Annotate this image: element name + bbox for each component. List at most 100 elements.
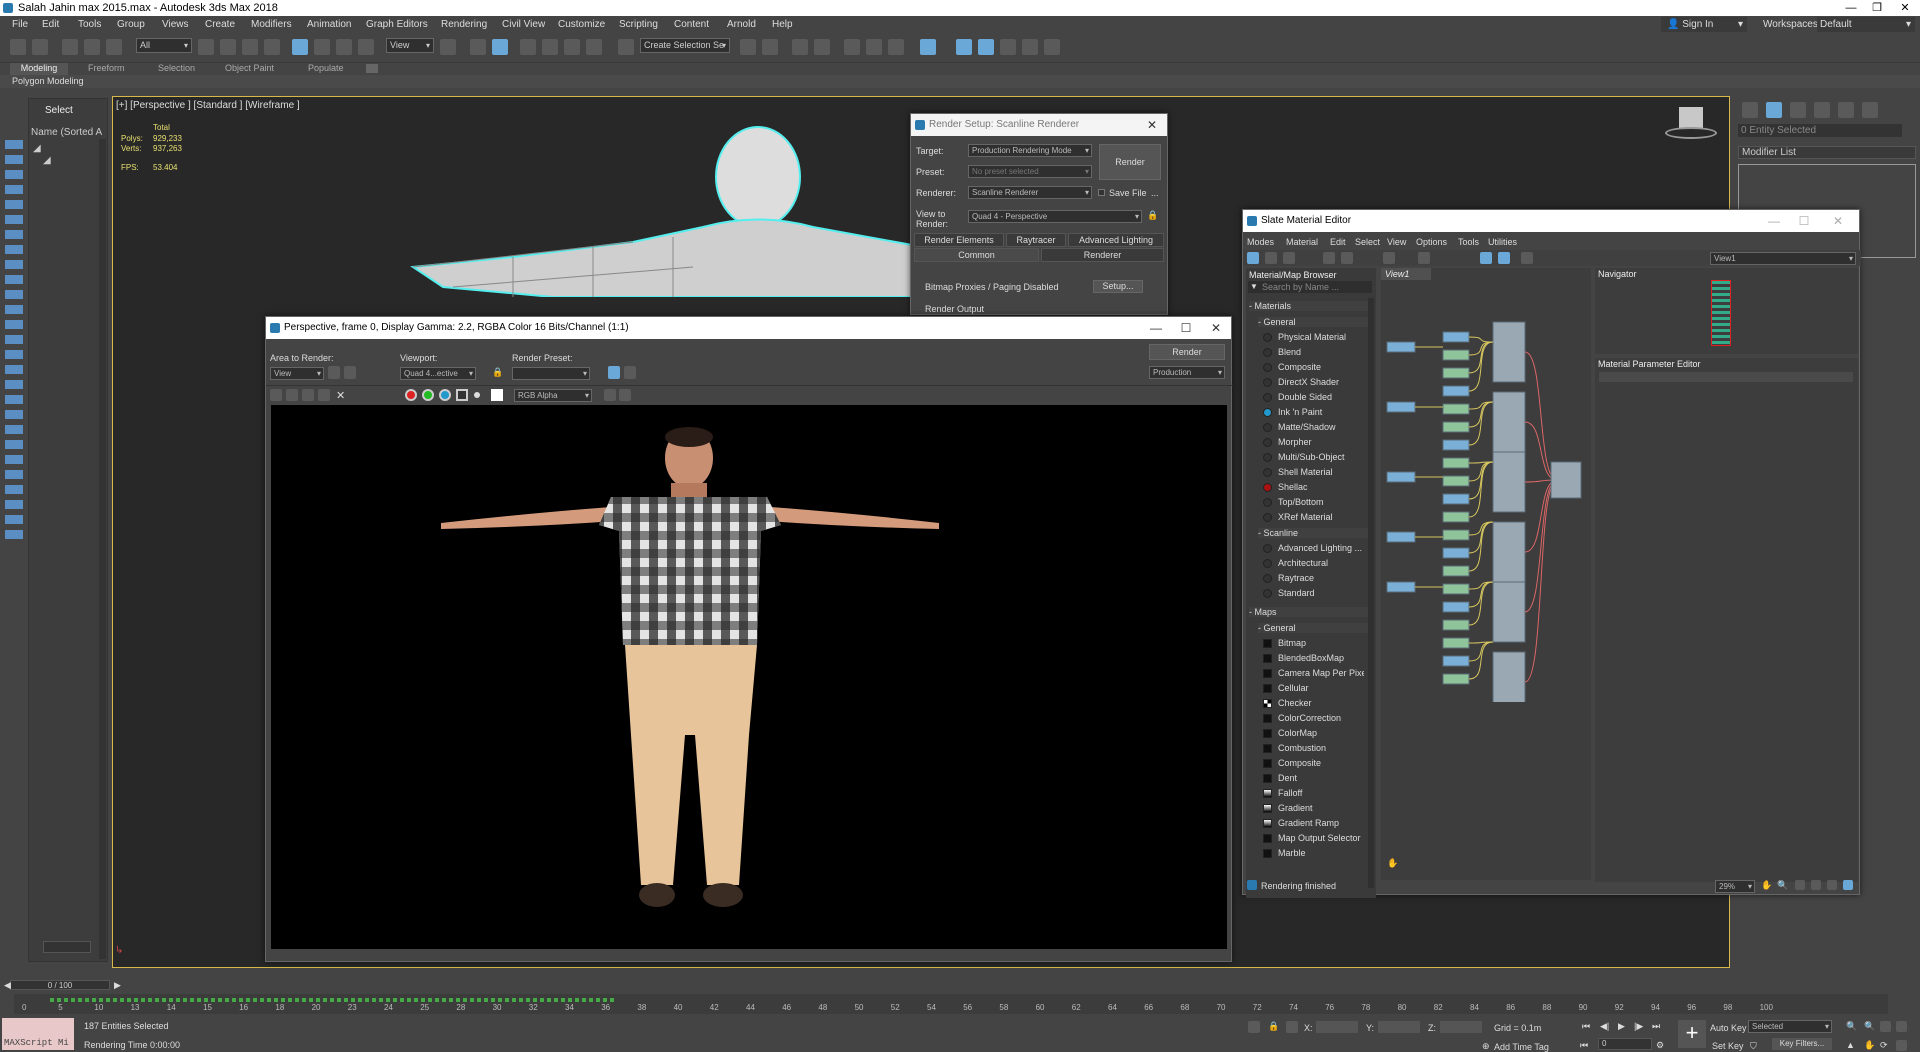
render-setup-titlebar[interactable]: Render Setup: Scanline Renderer ✕: [911, 114, 1167, 136]
menu-customize[interactable]: Customize: [558, 16, 605, 33]
print-image-icon[interactable]: [318, 389, 330, 401]
map-node[interactable]: [1442, 565, 1470, 577]
frame-minimize-button[interactable]: —: [1141, 317, 1171, 339]
frame-close-button[interactable]: ✕: [1201, 317, 1231, 339]
go-to-end-icon[interactable]: ⏭: [1652, 1021, 1660, 1032]
alpha-channel-icon[interactable]: [456, 389, 468, 401]
zoom-region-icon[interactable]: [1795, 880, 1805, 890]
frame-lock-icon[interactable]: 🔒: [492, 367, 503, 378]
view-options-icon[interactable]: [1843, 880, 1853, 890]
map-item[interactable]: Gradient Ramp: [1260, 816, 1364, 831]
map-item[interactable]: Falloff: [1260, 786, 1364, 801]
zoom-selected-icon[interactable]: [1827, 880, 1837, 890]
map-item[interactable]: Combustion: [1260, 741, 1364, 756]
ribbon-tab-modeling[interactable]: Modeling: [10, 63, 68, 75]
pan-hand-icon[interactable]: ✋: [1387, 858, 1398, 869]
time-config-icon[interactable]: ⚙: [1656, 1040, 1664, 1051]
map-node[interactable]: [1442, 331, 1470, 343]
key-filters-icon[interactable]: ⛉: [1750, 1041, 1757, 1052]
ribbon-tab-selection[interactable]: Selection: [158, 63, 195, 73]
material-node[interactable]: [1492, 651, 1526, 702]
map-node[interactable]: [1442, 367, 1470, 379]
view-to-render-dropdown[interactable]: Quad 4 - Perspective: [968, 210, 1142, 223]
window-crossing-icon[interactable]: [264, 39, 280, 55]
utilities-panel-icon[interactable]: [1862, 102, 1878, 118]
display-channel-dropdown[interactable]: RGB Alpha: [514, 389, 592, 402]
map-item[interactable]: BlendedBoxMap: [1260, 651, 1364, 666]
monochrome-icon[interactable]: [474, 392, 480, 398]
material-node[interactable]: [1492, 451, 1526, 513]
slate-menu-tools[interactable]: Tools: [1458, 237, 1479, 247]
tree-expand-icon[interactable]: ◢: [33, 143, 41, 154]
map-node[interactable]: [1442, 601, 1470, 613]
frame-window-titlebar[interactable]: Perspective, frame 0, Display Gamma: 2.2…: [266, 317, 1231, 339]
material-node[interactable]: [1492, 321, 1526, 383]
angle-snap-icon[interactable]: [542, 39, 558, 55]
scale-icon[interactable]: [336, 39, 352, 55]
material-item[interactable]: Morpher: [1260, 435, 1364, 450]
prev-key-icon[interactable]: ◀|: [1600, 1021, 1609, 1032]
place-icon[interactable]: [358, 39, 374, 55]
map-item[interactable]: ColorMap: [1260, 726, 1364, 741]
x-coordinate-field[interactable]: [1316, 1021, 1358, 1033]
menu-civil-view[interactable]: Civil View: [502, 16, 545, 33]
rect-selection-icon[interactable]: [242, 39, 258, 55]
material-item[interactable]: DirectX Shader: [1260, 375, 1364, 390]
slate-menu-material[interactable]: Material: [1286, 237, 1318, 247]
render-mode-dropdown[interactable]: Production: [1149, 366, 1225, 379]
workspace-dropdown[interactable]: Default ▾: [1817, 17, 1915, 32]
reference-coord-dropdown[interactable]: View: [386, 38, 434, 53]
display-panel-icon[interactable]: [1838, 102, 1854, 118]
layout-all-icon[interactable]: [1418, 252, 1430, 264]
menu-edit[interactable]: Edit: [42, 16, 59, 33]
multi-sub-node[interactable]: [1550, 461, 1582, 499]
pick-material-icon[interactable]: [1265, 252, 1277, 264]
bitmap-node[interactable]: [1386, 341, 1416, 353]
view1-tab[interactable]: View1: [1381, 268, 1431, 280]
tree-expand-icon[interactable]: ◢: [43, 155, 51, 166]
key-mode-icon[interactable]: ⏮: [1580, 1040, 1588, 1051]
preset-dropdown[interactable]: No preset selected: [968, 165, 1092, 178]
rendered-frame-window-icon[interactable]: [978, 39, 994, 55]
select-tool-icon[interactable]: [1247, 252, 1259, 264]
material-item[interactable]: Shell Material: [1260, 465, 1364, 480]
lock-icon[interactable]: 🔒: [1147, 210, 1158, 221]
restore-button[interactable]: ❐: [1864, 0, 1890, 16]
map-node[interactable]: [1442, 655, 1470, 667]
slate-titlebar[interactable]: Slate Material Editor — ☐ ✕: [1243, 210, 1859, 232]
pivot-center-icon[interactable]: [440, 39, 456, 55]
wireframe-model[interactable]: [393, 117, 993, 297]
assign-material-icon[interactable]: [1323, 252, 1335, 264]
auto-key-button[interactable]: Auto Key: [1710, 1023, 1747, 1033]
scanline-material-item[interactable]: Architectural: [1260, 556, 1364, 571]
edit-named-selection-icon[interactable]: [618, 39, 634, 55]
area-to-render-dropdown[interactable]: View: [270, 367, 324, 380]
map-item[interactable]: Bitmap: [1260, 636, 1364, 651]
prev-frame-icon[interactable]: ◀: [4, 980, 11, 991]
render-iterative-icon[interactable]: [1022, 39, 1038, 55]
material-item[interactable]: XRef Material: [1260, 510, 1364, 525]
frame-render-button[interactable]: Render: [1149, 344, 1225, 360]
pan-icon[interactable]: ✋: [1761, 880, 1772, 891]
scanline-material-item[interactable]: Advanced Lighting ...: [1260, 541, 1364, 556]
map-item[interactable]: Dent: [1260, 771, 1364, 786]
maps-group-header[interactable]: - Maps: [1249, 607, 1373, 617]
explorer-scrollbar[interactable]: [99, 139, 106, 959]
frame-viewport-dropdown[interactable]: Quad 4...ective: [400, 367, 476, 380]
map-item[interactable]: Checker: [1260, 696, 1364, 711]
slate-menu-view[interactable]: View: [1387, 237, 1406, 247]
play-icon[interactable]: ▶: [1618, 1021, 1625, 1032]
menu-content[interactable]: Content: [674, 16, 709, 33]
green-channel-icon[interactable]: [422, 389, 434, 401]
render-setup-shortcut-icon[interactable]: [608, 366, 620, 379]
materials-group-header[interactable]: - Materials: [1249, 301, 1373, 311]
time-slider[interactable]: 0 / 100: [10, 980, 110, 990]
material-map-browser-icon[interactable]: [1480, 252, 1492, 264]
map-node[interactable]: [1442, 457, 1470, 469]
menu-graph-editors[interactable]: Graph Editors: [366, 16, 428, 33]
trackbar[interactable]: 0 5 10 13 14 15 16 18 20 23 24 25 28 30 32 34 36 38 40 42 44…: [14, 994, 1888, 1014]
map-node[interactable]: [1442, 475, 1470, 487]
map-node[interactable]: [1442, 619, 1470, 631]
orbit-icon[interactable]: ⟳: [1880, 1040, 1888, 1051]
setup-button[interactable]: Setup...: [1093, 280, 1143, 293]
